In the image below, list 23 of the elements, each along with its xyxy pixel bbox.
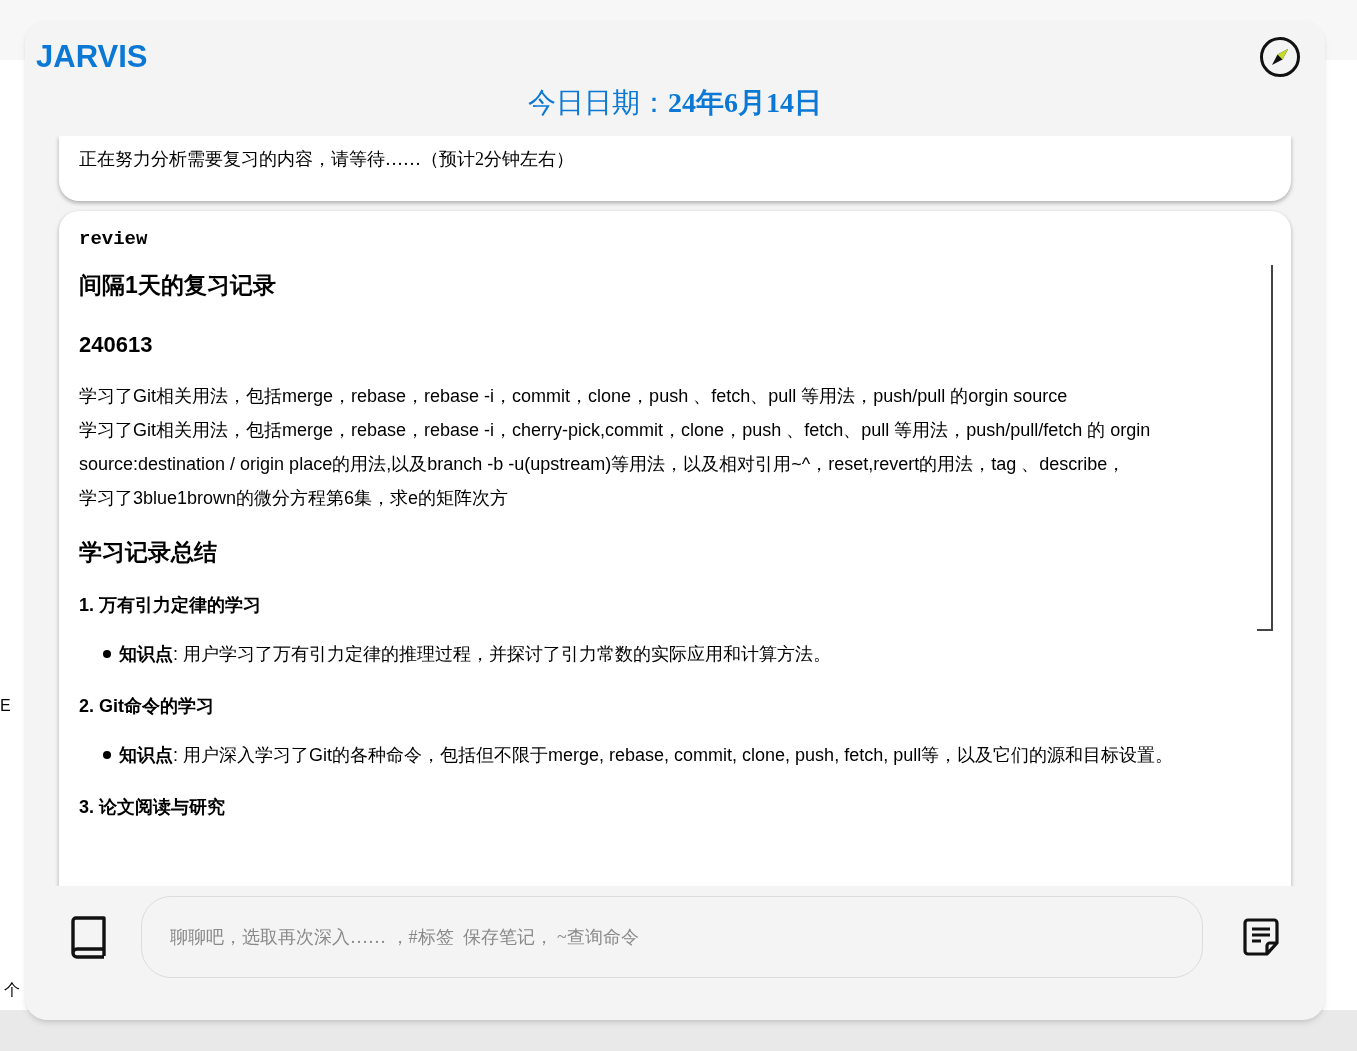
record-date: 240613 xyxy=(79,331,154,359)
record-line: 学习了Git相关用法，包括merge，rebase，rebase -i，commit，clone，push 、fetch、pull 等用法，push/pull 的orgin source xyxy=(79,385,1069,408)
note-icon[interactable] xyxy=(1241,917,1281,957)
date-heading: 今日日期：24年6月14日 xyxy=(527,86,823,120)
record-line: 学习了3blue1brown的微分方程第6集，求e的矩阵次方 xyxy=(79,487,510,510)
summary-heading: 学习记录总结 xyxy=(79,538,218,567)
review-tag: review xyxy=(79,225,1271,254)
app-title: JARVIS xyxy=(36,37,148,76)
chat-input[interactable]: 聊聊吧，选取再次深入…… ，#标签 保存笔记， ~查询命令 xyxy=(141,896,1203,978)
background-text: E xyxy=(0,696,11,716)
record-line: 学习了Git相关用法，包括merge，rebase，rebase -i，cherry-pick,commit，clone，push 、fetch、pull 等用法，push/pull/fetch 的 orgin source:destination / origin place的用法,以及branch -b -u(upstream)等用法，以及相对引用~^，reset,revert的用法，tag 、describe， xyxy=(79,419,1152,476)
compass-icon[interactable] xyxy=(1259,36,1301,78)
bullet-icon xyxy=(103,750,111,759)
book-icon[interactable] xyxy=(69,915,109,959)
status-message: 正在努力分析需要复习的内容，请等待……（预计2分钟左右） xyxy=(79,148,575,171)
bullet-icon xyxy=(103,649,111,658)
review-heading: 间隔1天的复习记录 xyxy=(79,270,277,300)
section-title: 1. 万有引力定律的学习 xyxy=(79,593,262,617)
section-title: 2. Git命令的学习 xyxy=(79,694,215,718)
background-text: 个 xyxy=(4,980,20,1000)
section-title: 3. 论文阅读与研究 xyxy=(79,795,226,819)
bullet-text: 知识点: 用户学习了万有引力定律的推理过程，并探讨了引力常数的实际应用和计算方法。 xyxy=(119,642,831,666)
bullet-text: 知识点: 用户深入学习了Git的各种命令，包括但不限于merge, rebase, commit, clone, push, fetch, pull等，以及它们的源和目标设置。 xyxy=(119,743,1174,767)
